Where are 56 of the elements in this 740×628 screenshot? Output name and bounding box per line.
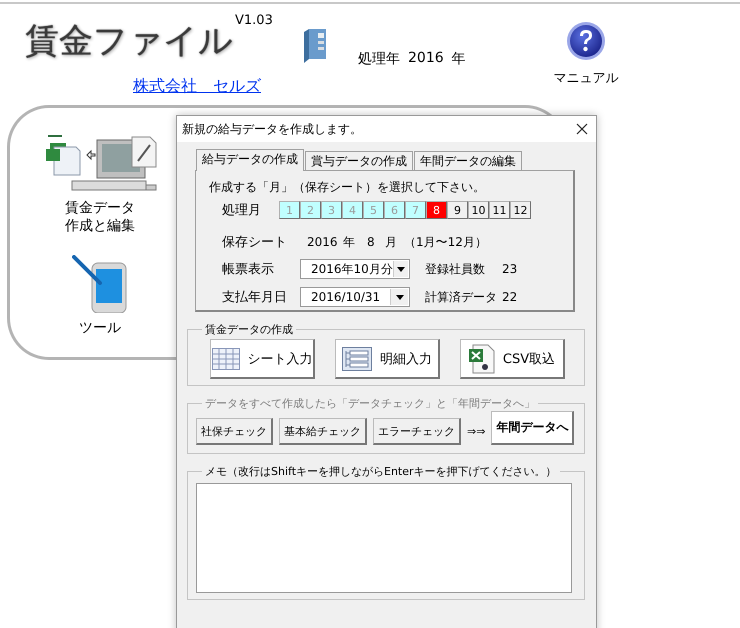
action-button[interactable]: 明細入力 — [335, 339, 440, 379]
field-label: 支払年月日 — [222, 289, 288, 306]
month-button[interactable]: 9 — [447, 201, 468, 219]
check-button[interactable]: 基本給チェック — [279, 418, 367, 445]
field-label: 帳票表示 — [222, 261, 275, 278]
instruction-text: 作成する「月」（保存シート）を選択して下さい。 — [209, 179, 486, 196]
month-label: 処理月 — [222, 202, 262, 219]
tab[interactable]: 年間データの編集 — [414, 151, 522, 170]
stat-value: 22 — [502, 290, 518, 304]
action-button[interactable]: シート入力 — [210, 339, 315, 379]
sheet-range: （1月〜12月） — [404, 234, 487, 250]
spreadsheet-file-icon — [468, 344, 495, 374]
app-title: 賃金ファイル — [25, 20, 233, 63]
list-icon — [342, 346, 372, 370]
group-legend: データをすべて作成したら「データチェック」と「年間データへ」 — [202, 396, 538, 411]
help-icon[interactable] — [566, 21, 606, 61]
dialog-title: 新規の給与データを作成します。 — [182, 120, 362, 138]
month-button[interactable]: 11 — [489, 201, 510, 219]
stat-label: 計算済データ — [425, 288, 498, 306]
sheet-label: 保存シート — [222, 234, 288, 251]
month-button[interactable]: 10 — [468, 201, 489, 219]
group-legend: メモ（改行はShiftキーを押しながらEnterキーを押下げてください。） — [202, 464, 560, 479]
version-label: V1.03 — [235, 13, 273, 28]
caret-icon[interactable] — [396, 266, 405, 272]
group-legend: 賃金データの作成 — [202, 322, 296, 337]
dropdown-field[interactable]: 2016/10/31 — [300, 287, 410, 307]
tab[interactable]: 給与データの作成 — [196, 149, 304, 171]
check-button[interactable]: 社保チェック — [196, 418, 273, 445]
menu-label[interactable]: 賃金データ — [65, 199, 135, 217]
sheet-month: 8 — [367, 235, 376, 249]
menu-label[interactable]: 作成と編集 — [65, 217, 135, 235]
year-unit: 年 — [452, 50, 466, 68]
memo-field[interactable] — [196, 483, 572, 593]
caret-icon[interactable] — [396, 294, 404, 300]
month-button[interactable]: 12 — [510, 201, 531, 219]
close-icon[interactable] — [576, 123, 588, 135]
sheet-year: 2016 — [307, 235, 339, 249]
stat-value: 23 — [502, 262, 518, 276]
binder-icon — [302, 29, 327, 63]
menu-label[interactable]: ツール — [79, 319, 121, 337]
check-button[interactable]: エラーチェック — [373, 418, 461, 445]
action-button[interactable]: CSV取込 — [460, 339, 565, 379]
grid-icon — [212, 348, 240, 370]
month-button[interactable]: 8 — [426, 201, 447, 219]
dropdown-field[interactable]: 2016年10月分 — [300, 259, 410, 279]
arrow-text: ⇒⇒ — [467, 425, 486, 438]
stat-label: 登録社員数 — [425, 260, 486, 278]
year-label: 処理年 — [358, 50, 400, 68]
manual-label[interactable]: マニュアル — [554, 69, 619, 87]
company-link[interactable]: 株式会社 セルズ — [133, 76, 261, 97]
tablet-stylus-icon[interactable] — [72, 255, 128, 313]
sheet-year-unit: 年 — [343, 234, 356, 250]
tab[interactable]: 賞与データの作成 — [305, 151, 413, 170]
sheet-month-unit: 月 — [385, 234, 398, 250]
year-value: 2016 — [408, 50, 444, 68]
annual-data-button[interactable]: 年間データへ — [491, 411, 574, 445]
